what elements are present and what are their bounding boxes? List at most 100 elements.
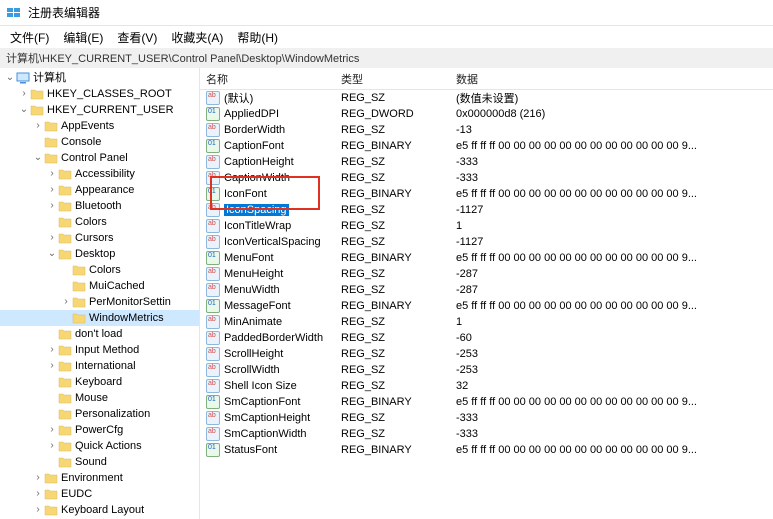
- tree-item[interactable]: Console: [0, 134, 199, 150]
- chevron-down-icon[interactable]: ⌄: [46, 246, 58, 262]
- chevron-down-icon[interactable]: ⌄: [32, 150, 44, 166]
- value-row[interactable]: MenuWidthREG_SZ-287: [200, 282, 773, 298]
- value-name: SmCaptionFont: [224, 396, 300, 408]
- value-row[interactable]: CaptionWidthREG_SZ-333: [200, 170, 773, 186]
- string-value-icon: [206, 235, 220, 249]
- address-bar[interactable]: 计算机\HKEY_CURRENT_USER\Control Panel\Desk…: [0, 48, 773, 68]
- value-row[interactable]: MinAnimateREG_SZ1: [200, 314, 773, 330]
- tree-item[interactable]: ›Input Method: [0, 342, 199, 358]
- value-data: -333: [450, 412, 773, 424]
- tree-item[interactable]: ⌄Desktop: [0, 246, 199, 262]
- tree-item[interactable]: ›PerMonitorSettin: [0, 294, 199, 310]
- tree-item[interactable]: ›AppEvents: [0, 118, 199, 134]
- value-name-cell: AppliedDPI: [200, 107, 335, 121]
- tree-item[interactable]: ›EUDC: [0, 486, 199, 502]
- tree-item[interactable]: ›HKEY_CLASSES_ROOT: [0, 86, 199, 102]
- chevron-right-icon[interactable]: ›: [32, 502, 44, 518]
- value-type: REG_SZ: [335, 380, 450, 392]
- chevron-right-icon[interactable]: ›: [46, 422, 58, 438]
- value-row[interactable]: ScrollWidthREG_SZ-253: [200, 362, 773, 378]
- menu-fav[interactable]: 收藏夹(A): [165, 27, 229, 48]
- chevron-right-icon[interactable]: ›: [32, 486, 44, 502]
- chevron-right-icon[interactable]: ›: [46, 166, 58, 182]
- tree-item[interactable]: Personalization: [0, 406, 199, 422]
- value-name: ScrollHeight: [224, 348, 283, 360]
- value-row[interactable]: MenuHeightREG_SZ-287: [200, 266, 773, 282]
- tree-item[interactable]: ⌄计算机: [0, 70, 199, 86]
- value-row[interactable]: ScrollHeightREG_SZ-253: [200, 346, 773, 362]
- tree-item-label: WindowMetrics: [89, 310, 164, 326]
- chevron-right-icon[interactable]: ›: [46, 230, 58, 246]
- value-row[interactable]: CaptionFontREG_BINARYe5 ff ff ff 00 00 0…: [200, 138, 773, 154]
- chevron-right-icon[interactable]: ›: [32, 118, 44, 134]
- value-row[interactable]: Shell Icon SizeREG_SZ32: [200, 378, 773, 394]
- tree-item[interactable]: ⌄HKEY_CURRENT_USER: [0, 102, 199, 118]
- tree-item[interactable]: ›Appearance: [0, 182, 199, 198]
- tree-item-label: International: [75, 358, 136, 374]
- value-row[interactable]: (默认)REG_SZ(数值未设置): [200, 90, 773, 106]
- tree-item[interactable]: ›Accessibility: [0, 166, 199, 182]
- value-row[interactable]: SmCaptionWidthREG_SZ-333: [200, 426, 773, 442]
- chevron-right-icon[interactable]: ›: [46, 342, 58, 358]
- binary-value-icon: [206, 443, 220, 457]
- chevron-right-icon[interactable]: ›: [32, 470, 44, 486]
- value-row[interactable]: BorderWidthREG_SZ-13: [200, 122, 773, 138]
- computer-icon: [16, 72, 30, 84]
- col-data[interactable]: 数据: [450, 71, 773, 87]
- col-type[interactable]: 类型: [335, 71, 450, 87]
- value-row[interactable]: PaddedBorderWidthREG_SZ-60: [200, 330, 773, 346]
- value-name-cell: CaptionWidth: [200, 171, 335, 185]
- tree-item[interactable]: ›Keyboard Layout: [0, 502, 199, 518]
- value-row[interactable]: SmCaptionFontREG_BINARYe5 ff ff ff 00 00…: [200, 394, 773, 410]
- chevron-right-icon[interactable]: ›: [46, 438, 58, 454]
- value-row[interactable]: IconFontREG_BINARYe5 ff ff ff 00 00 00 0…: [200, 186, 773, 202]
- value-row[interactable]: MenuFontREG_BINARYe5 ff ff ff 00 00 00 0…: [200, 250, 773, 266]
- menu-file[interactable]: 文件(F): [4, 27, 55, 48]
- value-row[interactable]: MessageFontREG_BINARYe5 ff ff ff 00 00 0…: [200, 298, 773, 314]
- folder-icon: [58, 360, 72, 372]
- list-body[interactable]: (默认)REG_SZ(数值未设置)AppliedDPIREG_DWORD0x00…: [200, 90, 773, 458]
- chevron-right-icon[interactable]: ›: [60, 294, 72, 310]
- value-row[interactable]: CaptionHeightREG_SZ-333: [200, 154, 773, 170]
- tree-item[interactable]: Sound: [0, 454, 199, 470]
- menu-help[interactable]: 帮助(H): [231, 27, 284, 48]
- chevron-right-icon[interactable]: ›: [46, 198, 58, 214]
- value-row[interactable]: SmCaptionHeightREG_SZ-333: [200, 410, 773, 426]
- tree-item-label: Bluetooth: [75, 198, 121, 214]
- tree-item[interactable]: Mouse: [0, 390, 199, 406]
- menu-view[interactable]: 查看(V): [111, 27, 163, 48]
- chevron-right-icon[interactable]: ›: [18, 86, 30, 102]
- tree-item[interactable]: › International: [0, 358, 199, 374]
- chevron-right-icon[interactable]: ›: [46, 358, 58, 374]
- value-row[interactable]: AppliedDPIREG_DWORD0x000000d8 (216): [200, 106, 773, 122]
- tree-item[interactable]: ›Cursors: [0, 230, 199, 246]
- tree-item[interactable]: Colors: [0, 262, 199, 278]
- tree-item[interactable]: › Bluetooth: [0, 198, 199, 214]
- tree-item[interactable]: don't load: [0, 326, 199, 342]
- tree-item[interactable]: ›PowerCfg: [0, 422, 199, 438]
- tree-panel[interactable]: ⌄计算机›HKEY_CLASSES_ROOT⌄HKEY_CURRENT_USER…: [0, 68, 200, 519]
- chevron-down-icon[interactable]: ⌄: [18, 102, 30, 118]
- col-name[interactable]: 名称: [200, 71, 335, 87]
- value-type: REG_BINARY: [335, 188, 450, 200]
- string-value-icon: [206, 283, 220, 297]
- tree-item[interactable]: ›Environment: [0, 470, 199, 486]
- tree-item[interactable]: ⌄Control Panel: [0, 150, 199, 166]
- value-row[interactable]: IconTitleWrapREG_SZ1: [200, 218, 773, 234]
- value-row[interactable]: IconSpacingREG_SZ-1127: [200, 202, 773, 218]
- chevron-down-icon[interactable]: ⌄: [4, 70, 16, 86]
- value-name: ScrollWidth: [224, 364, 280, 376]
- value-row[interactable]: IconVerticalSpacingREG_SZ-1127: [200, 234, 773, 250]
- value-data: 0x000000d8 (216): [450, 108, 773, 120]
- chevron-right-icon[interactable]: ›: [46, 182, 58, 198]
- value-name: IconFont: [224, 188, 267, 200]
- tree-item[interactable]: MuiCached: [0, 278, 199, 294]
- value-row[interactable]: StatusFontREG_BINARYe5 ff ff ff 00 00 00…: [200, 442, 773, 458]
- tree-item[interactable]: WindowMetrics: [0, 310, 199, 326]
- folder-icon: [44, 488, 58, 500]
- tree-item[interactable]: ›Quick Actions: [0, 438, 199, 454]
- value-type: REG_BINARY: [335, 444, 450, 456]
- tree-item[interactable]: Colors: [0, 214, 199, 230]
- tree-item[interactable]: Keyboard: [0, 374, 199, 390]
- menu-edit[interactable]: 编辑(E): [57, 27, 109, 48]
